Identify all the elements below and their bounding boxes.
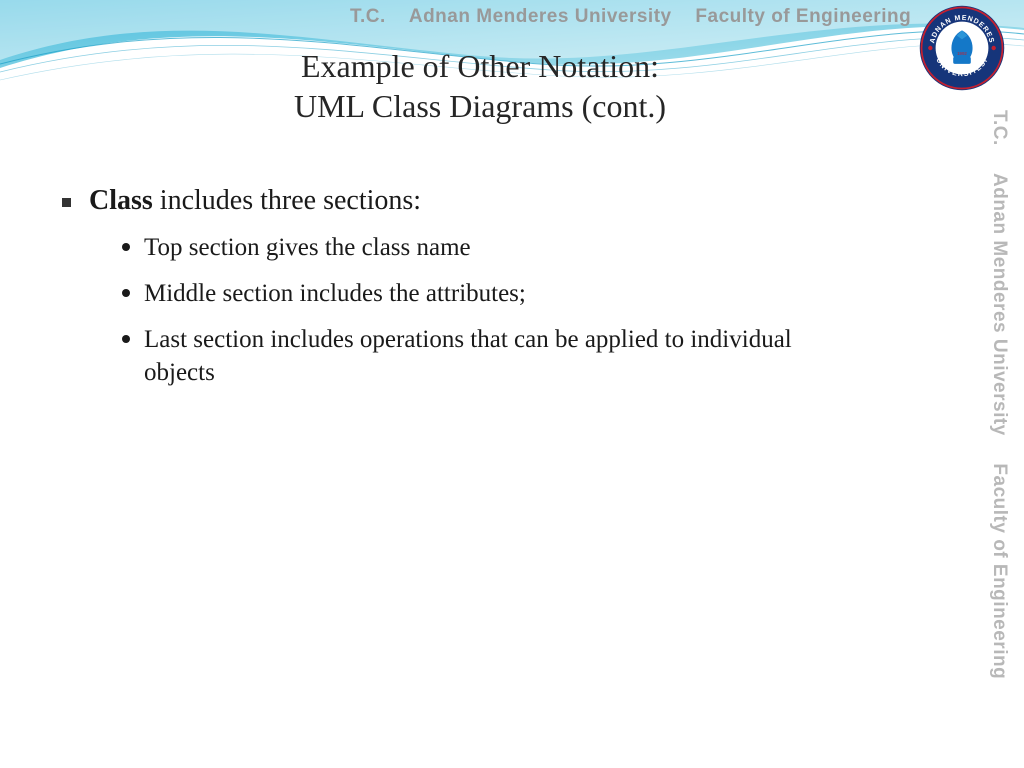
header-university: Adnan Menderes University <box>409 6 672 27</box>
square-bullet-icon <box>62 198 71 207</box>
header-tc: T.C. <box>350 6 386 27</box>
sub-bullet-text: Top section gives the class name <box>144 231 471 265</box>
sub-bullet-list: Top section gives the class name Middle … <box>122 231 892 390</box>
main-bullet: Class includes three sections: <box>62 185 892 217</box>
slide-title: Example of Other Notation: UML Class Dia… <box>0 46 960 126</box>
vertical-tc: T.C. <box>989 110 1010 146</box>
slide-content: Class includes three sections: Top secti… <box>62 185 892 402</box>
header-faculty: Faculty of Engineering <box>695 6 911 27</box>
svg-text:1992: 1992 <box>957 51 967 56</box>
list-item: Middle section includes the attributes; <box>122 277 892 311</box>
sub-bullet-text: Middle section includes the attributes; <box>144 277 526 311</box>
sub-bullet-text: Last section includes operations that ca… <box>144 323 844 391</box>
list-item: Top section gives the class name <box>122 231 892 265</box>
title-line-1: Example of Other Notation: <box>0 46 960 86</box>
vertical-university: Adnan Menderes University <box>989 173 1010 436</box>
main-bullet-text: Class includes three sections: <box>89 185 421 217</box>
vertical-faculty: Faculty of Engineering <box>989 463 1010 679</box>
header-branding-horizontal: T.C. Adnan Menderes University Faculty o… <box>350 6 911 28</box>
header-branding-vertical: T.C. Adnan Menderes University Faculty o… <box>988 110 1010 679</box>
dot-bullet-icon <box>122 289 130 297</box>
list-item: Last section includes operations that ca… <box>122 323 892 391</box>
university-logo-icon: ADNAN MENDERES ÜNİVERSİTESİ 1992 <box>918 4 1006 92</box>
dot-bullet-icon <box>122 243 130 251</box>
dot-bullet-icon <box>122 335 130 343</box>
title-line-2: UML Class Diagrams (cont.) <box>0 86 960 126</box>
